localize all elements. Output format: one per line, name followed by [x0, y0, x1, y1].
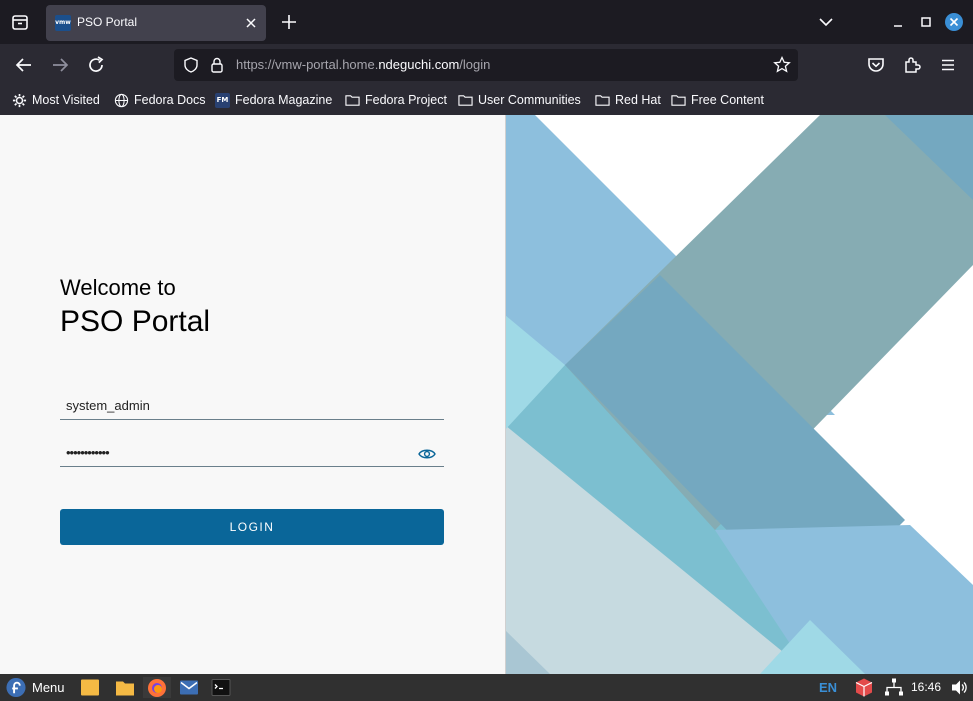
bookmark-label: Red Hat	[615, 93, 661, 107]
bookmark-label: Most Visited	[32, 93, 100, 107]
url-prefix: https://vmw-portal.home.	[236, 57, 379, 72]
bookmark-star-icon[interactable]	[772, 55, 792, 75]
tab-pso-portal[interactable]: vmw PSO Portal	[46, 5, 266, 41]
tracking-shield-icon[interactable]	[182, 56, 200, 74]
minimize-icon[interactable]	[888, 12, 908, 32]
pocket-icon[interactable]	[864, 53, 888, 77]
login-button[interactable]: LOGIN	[60, 509, 444, 545]
bookmark-fedora-magazine[interactable]: FM Fedora Magazine	[215, 91, 332, 109]
password-input[interactable]	[66, 445, 416, 460]
mail-icon[interactable]	[179, 677, 199, 698]
browser-window: vmw PSO Portal https://vmw-portal.home.n…	[0, 0, 973, 701]
username-input[interactable]	[66, 398, 416, 413]
url-domain: ndeguchi.com	[378, 57, 460, 72]
show-password-eye-icon[interactable]	[418, 447, 436, 461]
fedora-logo-icon[interactable]	[5, 677, 27, 698]
volume-icon[interactable]	[950, 677, 968, 698]
hamburger-menu-icon[interactable]	[936, 53, 960, 77]
firefox-view-icon[interactable]	[8, 10, 32, 34]
bookmark-fedora-docs[interactable]: Fedora Docs	[114, 91, 206, 109]
folder-icon	[671, 95, 686, 106]
bookmark-red-hat[interactable]: Red Hat	[595, 91, 661, 109]
bookmark-label: User Communities	[478, 93, 581, 107]
username-field[interactable]	[60, 394, 444, 420]
taskbar-firefox-active[interactable]	[143, 677, 171, 698]
package-update-icon[interactable]	[854, 677, 874, 698]
bookmarks-toolbar: Most Visited Fedora Docs FM Fedora Magaz…	[0, 86, 973, 115]
network-icon[interactable]	[884, 677, 904, 698]
bookmark-free-content[interactable]: Free Content	[671, 91, 764, 109]
page-title: PSO Portal	[60, 305, 211, 338]
extensions-puzzle-icon[interactable]	[900, 53, 924, 77]
forward-arrow-icon[interactable]	[48, 53, 72, 77]
close-tab-icon[interactable]	[242, 14, 260, 32]
bookmark-label: Fedora Docs	[134, 93, 206, 107]
tab-title: PSO Portal	[77, 15, 138, 29]
list-all-tabs-chevron-icon[interactable]	[816, 12, 836, 32]
reload-icon[interactable]	[84, 53, 108, 77]
folder-icon	[458, 95, 473, 106]
url-path: /login	[459, 57, 491, 72]
folder-icon	[595, 95, 610, 106]
bookmark-fedora-project[interactable]: Fedora Project	[345, 91, 447, 109]
vmware-favicon-icon: vmw	[55, 15, 71, 31]
welcome-text: Welcome to	[60, 275, 176, 300]
login-panel: Welcome to PSO Portal LOGIN	[0, 115, 505, 674]
gear-icon	[12, 93, 27, 107]
new-tab-plus-icon[interactable]	[278, 11, 300, 33]
password-field[interactable]	[60, 441, 444, 467]
back-arrow-icon[interactable]	[12, 53, 36, 77]
url-text[interactable]: https://vmw-portal.home.ndeguchi.com/log…	[236, 57, 490, 72]
close-window-icon[interactable]	[944, 12, 964, 32]
system-taskbar: Menu EN 16:46	[0, 674, 973, 701]
terminal-icon[interactable]	[211, 677, 231, 698]
clock[interactable]: 16:46	[911, 680, 941, 694]
menu-button[interactable]: Menu	[32, 680, 65, 695]
bookmark-user-communities[interactable]: User Communities	[458, 91, 581, 109]
address-bar[interactable]: https://vmw-portal.home.ndeguchi.com/log…	[174, 49, 798, 81]
lock-icon[interactable]	[208, 56, 226, 74]
bookmark-label: Fedora Magazine	[235, 93, 333, 107]
firefox-icon	[148, 679, 166, 697]
bookmark-label: Fedora Project	[365, 93, 447, 107]
tab-strip: vmw PSO Portal	[0, 0, 973, 44]
navigation-toolbar: https://vmw-portal.home.ndeguchi.com/log…	[0, 44, 973, 86]
folder-icon	[345, 95, 360, 106]
fedora-magazine-icon: FM	[215, 92, 230, 108]
globe-icon	[114, 93, 129, 107]
bookmark-most-visited[interactable]: Most Visited	[12, 91, 100, 109]
bookmark-label: Free Content	[691, 93, 764, 107]
files-icon[interactable]	[80, 677, 100, 698]
page-content: Welcome to PSO Portal LOGIN	[0, 115, 973, 674]
language-indicator[interactable]: EN	[819, 680, 837, 695]
maximize-icon[interactable]	[916, 12, 936, 32]
folder-icon[interactable]	[115, 677, 135, 698]
decorative-background-art	[505, 115, 973, 674]
